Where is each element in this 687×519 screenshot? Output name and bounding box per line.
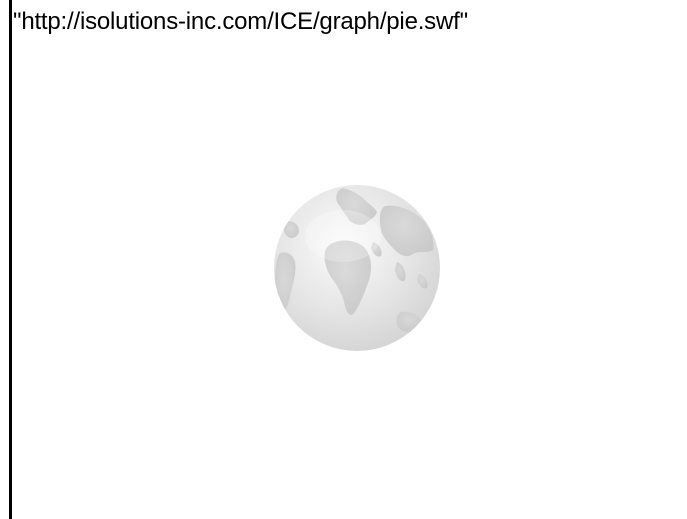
plugin-source-url: "http://isolutions-inc.com/ICE/graph/pie… <box>13 8 468 35</box>
globe-icon <box>273 184 441 352</box>
missing-plugin-frame[interactable]: "http://isolutions-inc.com/ICE/graph/pie… <box>9 0 687 519</box>
